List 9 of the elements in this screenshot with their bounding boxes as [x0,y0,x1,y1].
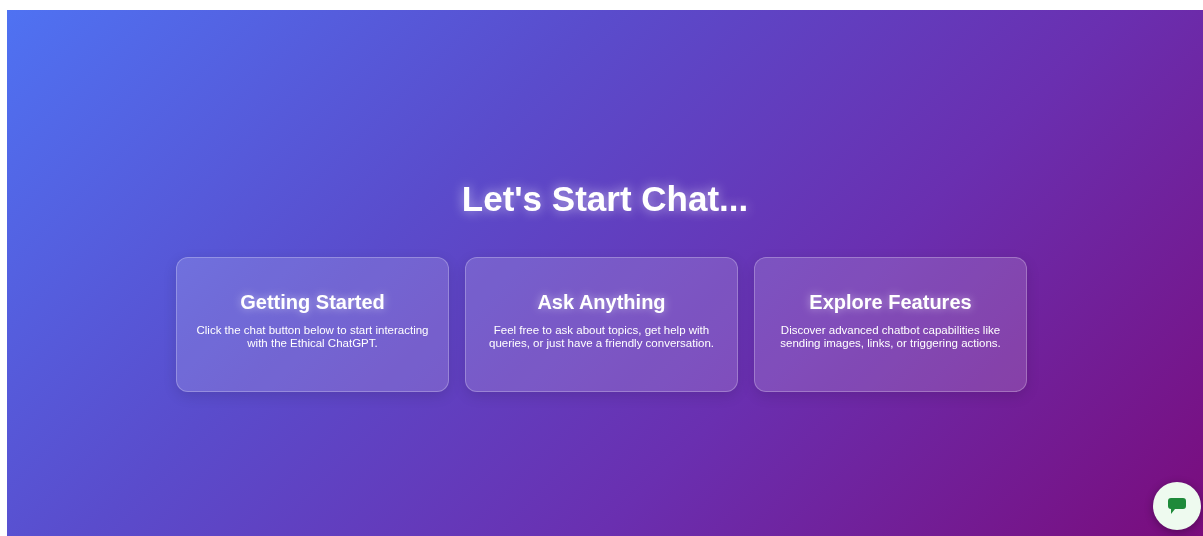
card-title: Getting Started [239,289,386,314]
card-text: Feel free to ask about topics, get help with queries, or just have a friendly conversation. [488,323,715,350]
chat-icon [1167,497,1187,515]
card-title: Explore Features [808,289,973,314]
card-text: Click the chat button below to start interacting with the Ethical ChatGPT. [195,323,430,350]
card-title: Ask Anything [536,289,667,314]
page-heading: Let's Start Chat... [460,180,750,219]
chat-button[interactable] [1153,482,1201,530]
card-text: Discover advanced chatbot capabilities like sending images, links, or triggering actions. [779,323,1002,350]
